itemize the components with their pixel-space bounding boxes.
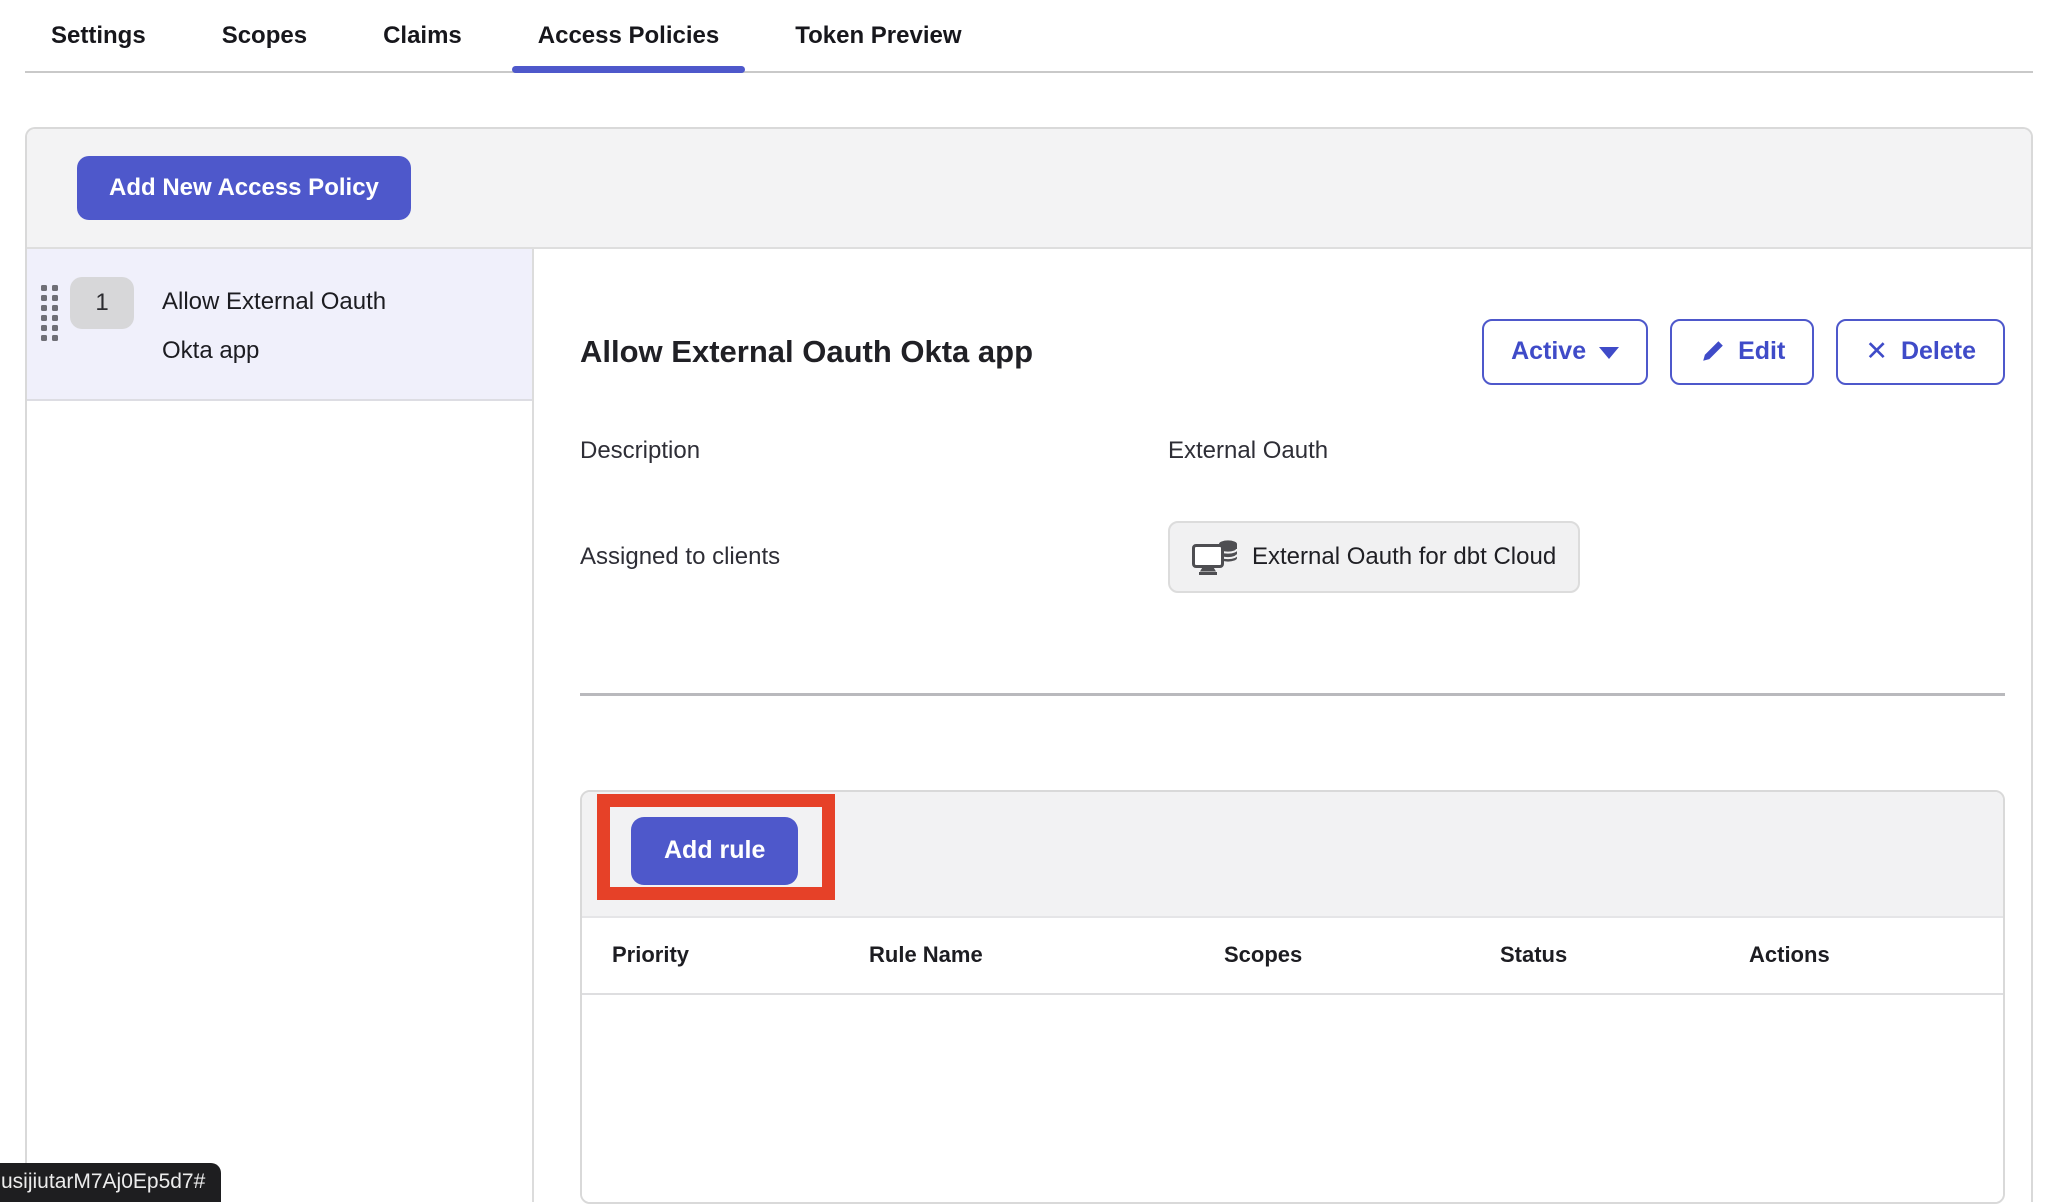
tab-settings[interactable]: Settings xyxy=(25,0,172,71)
access-policies-panel: Add New Access Policy 1 Allow External O… xyxy=(25,127,2033,1202)
column-actions: Actions xyxy=(1749,942,1973,968)
delete-button-label: Delete xyxy=(1901,337,1976,366)
add-new-access-policy-button[interactable]: Add New Access Policy xyxy=(77,156,411,220)
policy-list-item[interactable]: 1 Allow External Oauth Okta app xyxy=(27,249,532,401)
link-preview-text: usijiutarM7Aj0Ep5d7# xyxy=(1,1170,205,1194)
drag-handle-icon[interactable] xyxy=(41,285,58,341)
tab-claims[interactable]: Claims xyxy=(357,0,488,71)
policy-action-buttons: Active Edit ✕ Delete xyxy=(1482,319,2005,385)
pencil-icon xyxy=(1699,339,1725,365)
column-rule-name: Rule Name xyxy=(869,942,1224,968)
edit-button-label: Edit xyxy=(1738,337,1785,366)
policy-title: Allow External Oauth Okta app xyxy=(580,334,1033,370)
policy-detail-header: Allow External Oauth Okta app Active Edi… xyxy=(580,313,2005,391)
description-row: Description External Oauth xyxy=(580,437,2005,465)
assigned-clients-label: Assigned to clients xyxy=(580,543,1168,571)
column-status: Status xyxy=(1500,942,1749,968)
section-divider xyxy=(580,693,2005,696)
monitor-database-icon xyxy=(1192,538,1238,576)
caret-down-icon xyxy=(1599,347,1619,359)
policy-priority-badge: 1 xyxy=(70,277,134,329)
delete-policy-button[interactable]: ✕ Delete xyxy=(1836,319,2005,385)
tab-bar: Settings Scopes Claims Access Policies T… xyxy=(25,0,2033,73)
assigned-client-chip[interactable]: External Oauth for dbt Cloud xyxy=(1168,521,1580,593)
tab-scopes[interactable]: Scopes xyxy=(196,0,333,71)
panel-toolbar: Add New Access Policy xyxy=(27,129,2031,249)
rules-table-header: Priority Rule Name Scopes Status Actions xyxy=(582,918,2003,995)
link-preview-status-bar: usijiutarM7Aj0Ep5d7# xyxy=(0,1163,221,1202)
policy-detail: Allow External Oauth Okta app Active Edi… xyxy=(534,249,2031,1202)
x-icon: ✕ xyxy=(1865,338,1888,365)
column-priority: Priority xyxy=(612,942,869,968)
column-scopes: Scopes xyxy=(1224,942,1500,968)
policy-name: Allow External Oauth Okta app xyxy=(162,277,412,375)
edit-policy-button[interactable]: Edit xyxy=(1670,319,1814,385)
assigned-client-name: External Oauth for dbt Cloud xyxy=(1252,543,1556,571)
description-label: Description xyxy=(580,437,1168,465)
red-annotation-rectangle: Add rule xyxy=(597,794,835,900)
assigned-clients-row: Assigned to clients External Oauth for d… xyxy=(580,521,2005,593)
status-dropdown-button[interactable]: Active xyxy=(1482,319,1648,385)
rules-toolbar: Add rule xyxy=(582,792,2003,918)
policy-list-sidebar: 1 Allow External Oauth Okta app xyxy=(27,249,534,1202)
rules-card: Add rule Priority Rule Name Scopes Statu… xyxy=(580,790,2005,1204)
status-dropdown-label: Active xyxy=(1511,337,1586,366)
rules-table-empty-body xyxy=(582,995,2003,1202)
tab-access-policies[interactable]: Access Policies xyxy=(512,0,745,71)
add-rule-button[interactable]: Add rule xyxy=(631,817,798,885)
description-value: External Oauth xyxy=(1168,437,2005,465)
tab-token-preview[interactable]: Token Preview xyxy=(769,0,987,71)
panel-body: 1 Allow External Oauth Okta app Allow Ex… xyxy=(27,249,2031,1202)
